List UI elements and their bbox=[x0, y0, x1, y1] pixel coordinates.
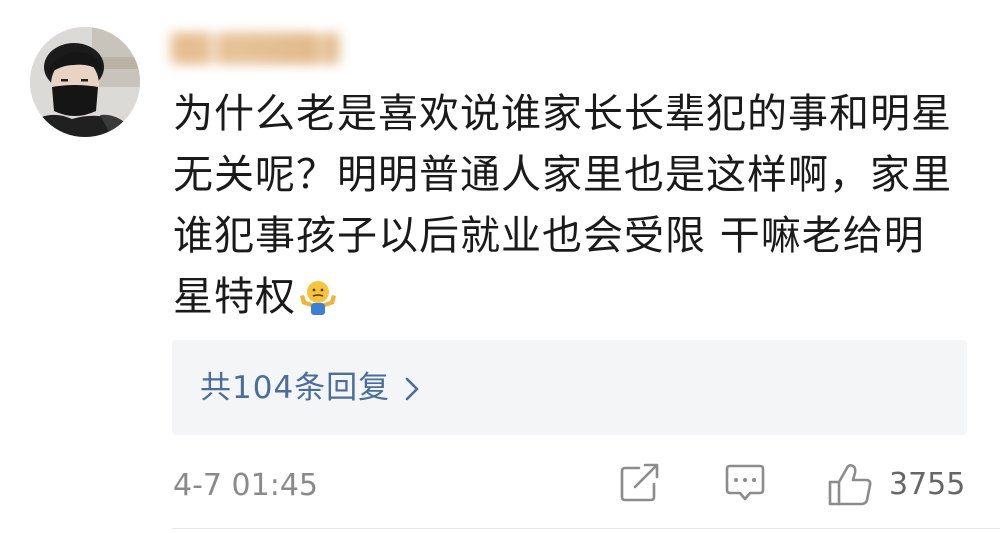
thumbs-up-icon bbox=[828, 464, 872, 506]
view-replies-button[interactable]: 共104条回复 bbox=[172, 340, 967, 435]
share-button[interactable] bbox=[619, 460, 661, 504]
like-button[interactable]: 3755 bbox=[826, 460, 976, 510]
avatar-image bbox=[30, 27, 140, 137]
comment-icon bbox=[725, 464, 765, 501]
comment-line: 为什么老是喜欢说谁家长长辈犯的事和明星 bbox=[173, 91, 952, 137]
comment-text: 为什么老是喜欢说谁家长长辈犯的事和明星 无关呢？明明普通人家里也是这样啊，家里 … bbox=[173, 84, 973, 334]
like-count: 3755 bbox=[889, 467, 966, 502]
replies-count-text: 共104条回复 bbox=[200, 370, 391, 406]
shrug-emoji-icon bbox=[298, 273, 338, 334]
avatar[interactable] bbox=[30, 27, 140, 137]
comment-button[interactable] bbox=[724, 460, 766, 504]
username[interactable]: ██ █████ █ bbox=[170, 32, 340, 66]
chevron-right-icon bbox=[404, 372, 420, 412]
replies-label: 共104条回复 bbox=[200, 368, 420, 412]
divider bbox=[172, 528, 1000, 529]
share-icon bbox=[620, 463, 659, 502]
comment-line-text: 星特权 bbox=[173, 274, 296, 320]
comment-line: 无关呢？明明普通人家里也是这样啊，家里 bbox=[173, 152, 952, 198]
comment-line: 谁犯事孩子以后就业也会受限 干嘛老给明 bbox=[173, 213, 925, 259]
comment-card: ██ █████ █ 为什么老是喜欢说谁家长长辈犯的事和明星 无关呢？明明普通人… bbox=[0, 0, 1000, 533]
timestamp: 4-7 01:45 bbox=[173, 468, 318, 503]
comment-line-last: 星特权 bbox=[173, 267, 973, 334]
